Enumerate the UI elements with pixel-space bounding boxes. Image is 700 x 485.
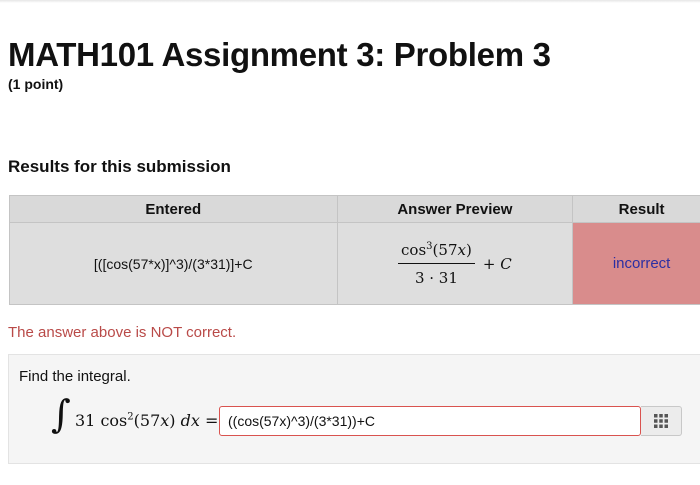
integrand-fn: cos <box>100 411 128 430</box>
preview-arg-close: ) <box>465 240 472 259</box>
column-header-entered: Entered <box>9 195 338 223</box>
preview-fraction: cos3(57x) 3 · 31 <box>398 241 475 287</box>
results-header-row: Entered Answer Preview Result <box>9 195 700 223</box>
integrand-arg-open: (57 <box>133 411 161 430</box>
answer-preview-cell: cos3(57x) 3 · 31 + C <box>336 222 574 305</box>
integrand-arg-close: ) <box>169 411 176 430</box>
column-header-result: Result <box>572 195 700 223</box>
math-editor-button[interactable] <box>641 406 682 436</box>
page-title: MATH101 Assignment 3: Problem 3 <box>8 36 551 73</box>
answer-input[interactable] <box>219 406 641 436</box>
preview-denominator: 3 · 31 <box>414 268 458 287</box>
preview-arg-open: (57 <box>432 240 458 259</box>
integrand-equals: = <box>204 411 219 430</box>
preview-arg-var: x <box>457 240 466 259</box>
table-row: [([cos(57*x)]^3)/(3*31)]+C cos3(57x) 3 ·… <box>9 222 700 305</box>
integral-expression: 31 cos2(57x) dx = <box>75 411 218 430</box>
integrand-arg-var: x <box>160 411 170 430</box>
problem-statement-box: Find the integral. ∫ 31 cos2(57x) dx = <box>8 354 700 464</box>
preview-fn: cos <box>401 240 427 259</box>
answer-preview-math: cos3(57x) 3 · 31 + C <box>398 241 512 287</box>
preview-plus: + <box>482 254 496 273</box>
integrand-differential: dx <box>180 411 200 430</box>
preview-constant: C <box>500 254 512 273</box>
results-table: Entered Answer Preview Result [([cos(57*… <box>9 195 700 305</box>
top-divider <box>0 0 700 3</box>
column-header-answer-preview: Answer Preview <box>336 195 574 223</box>
points-label: (1 point) <box>8 76 64 92</box>
integrand-coefficient: 31 <box>75 411 96 430</box>
entered-answer-cell: [([cos(57*x)]^3)/(3*31)]+C <box>9 222 338 305</box>
grid-icon <box>654 414 668 428</box>
incorrect-feedback-message: The answer above is NOT correct. <box>8 324 237 341</box>
integral-sign: ∫ <box>51 392 71 436</box>
problem-prompt: Find the integral. <box>19 368 131 385</box>
results-heading: Results for this submission <box>8 157 231 176</box>
preview-numerator: cos3(57x) <box>398 241 475 264</box>
result-status-cell: incorrect <box>572 222 700 305</box>
